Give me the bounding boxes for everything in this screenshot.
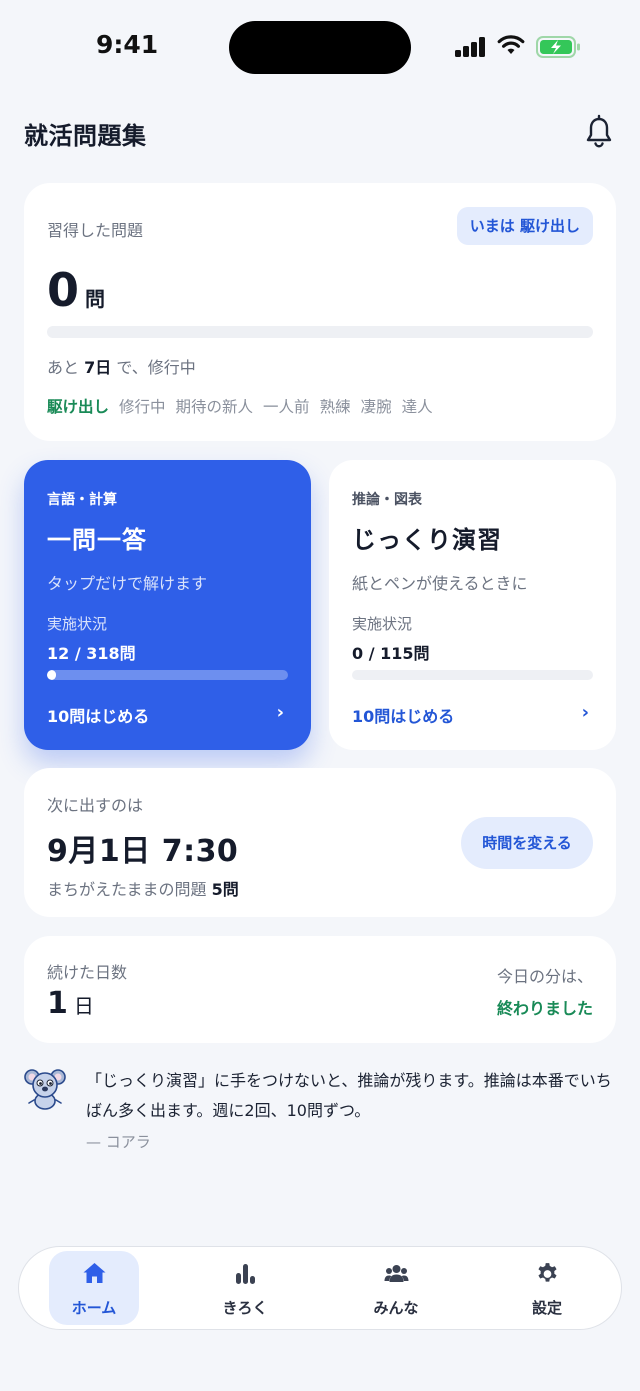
wrong-count: 5問 (211, 880, 239, 899)
nav-item-settings[interactable]: 設定 (502, 1251, 592, 1325)
start-10-button[interactable]: 10問はじめる (352, 703, 454, 727)
mode-status-value: 0 / 115問 (352, 644, 430, 663)
learned-count: 0問 (47, 263, 105, 317)
home-icon (83, 1263, 106, 1283)
next-datetime: 9月1日 7:30 (47, 834, 239, 869)
mode-category: 言語・計算 (47, 492, 117, 508)
learned-count-unit: 問 (85, 287, 106, 311)
nav-label-settings: 設定 (531, 1299, 562, 1317)
mode-description: タップだけで解けます (47, 574, 208, 593)
nav-item-everyone[interactable]: みんな (351, 1251, 441, 1325)
nav-label-home: ホーム (71, 1299, 117, 1317)
stage-item: 一人前 (263, 398, 310, 416)
current-stage-badge: いまは 駆け出し (456, 207, 593, 245)
chevron-right-icon: › (581, 702, 589, 723)
battery-charging-icon (536, 36, 580, 58)
stage-item: 駆け出し (47, 398, 110, 416)
mode-status-label: 実施状況 (352, 615, 413, 633)
koala-tip-author: — コアラ (86, 1133, 151, 1151)
wrong-prefix: まちがえたままの問題 (47, 880, 207, 899)
stage-item: 修行中 (119, 398, 166, 416)
stage-item: 達人 (401, 398, 433, 416)
gear-icon (538, 1263, 557, 1282)
nav-label-record: きろく (222, 1299, 268, 1317)
streak-card: 続けた日数 1日 今日の分は、 終わりました (24, 936, 616, 1043)
mode-category: 推論・図表 (352, 492, 422, 508)
learned-card: 習得した問題 いまは 駆け出し 0問 あと 7日 で、修行中 駆け出し 修行中 期待… (24, 183, 616, 441)
notification-bell-icon[interactable] (584, 114, 614, 150)
stage-item: 期待の新人 (175, 398, 254, 416)
people-icon (384, 1265, 409, 1282)
mode-card-quick-quiz[interactable]: 言語・計算 一問一答 タップだけで解けます 実施状況 12 / 318問 10問… (24, 460, 311, 750)
mode-card-deep-practice[interactable]: 推論・図表 じっくり演習 紙とペンが使えるときに 実施状況 0 / 115問 1… (329, 460, 616, 750)
remain-days: 7日 (84, 358, 112, 377)
status-time: 9:41 (96, 30, 159, 59)
chevron-right-icon: › (276, 702, 284, 723)
learned-count-value: 0 (47, 263, 80, 317)
status-bar: 9:41 (0, 0, 640, 96)
wrong-questions-text: まちがえたままの問題 5問 (47, 876, 239, 900)
bottom-nav: ホーム きろく みんな 設定 (18, 1246, 622, 1330)
change-time-button[interactable]: 時間を変える (461, 817, 593, 869)
start-10-button[interactable]: 10問はじめる (47, 703, 149, 727)
nav-item-home[interactable]: ホーム (49, 1251, 139, 1325)
koala-tip-text: 「じっくり演習」に手をつけないと、推論が残ります。推論は本番でいちばん多く出ます… (86, 1071, 612, 1120)
wifi-icon (497, 35, 525, 54)
stage-item: 凄腕 (360, 398, 392, 416)
today-label: 今日の分は、 (496, 967, 593, 986)
bar-chart-icon (236, 1264, 255, 1284)
next-label: 次に出すのは (47, 796, 144, 815)
today-status: 終わりました (496, 999, 593, 1018)
koala-mascot-icon (24, 1069, 66, 1110)
mode-title: 一問一答 (47, 526, 147, 554)
remain-prefix: あと (47, 358, 80, 377)
dynamic-island (229, 21, 411, 74)
learned-progress-bar (47, 326, 593, 338)
app-title: 就活問題集 (24, 122, 147, 150)
nav-label-everyone: みんな (373, 1299, 419, 1317)
mode-progress-bar (352, 670, 593, 680)
nav-item-record[interactable]: きろく (200, 1251, 290, 1325)
streak-count-value: 1 (47, 986, 68, 1021)
stage-list: 駆け出し 修行中 期待の新人 一人前 熟練 凄腕 達人 (47, 395, 443, 417)
remain-text: あと 7日 で、修行中 (47, 354, 196, 378)
cellular-signal-icon (455, 37, 487, 57)
remain-suffix: で、修行中 (116, 358, 196, 377)
mode-status-label: 実施状況 (47, 615, 108, 633)
next-schedule-card: 次に出すのは 9月1日 7:30 まちがえたままの問題 5問 時間を変える (24, 768, 616, 917)
streak-count: 1日 (47, 986, 94, 1021)
mode-description: 紙とペンが使えるときに (352, 574, 528, 593)
mode-status-value: 12 / 318問 (47, 644, 136, 663)
streak-count-unit: 日 (73, 994, 94, 1018)
learned-label: 習得した問題 (47, 221, 144, 240)
mode-progress-bar (47, 670, 288, 680)
stage-item: 熟練 (319, 398, 351, 416)
streak-label: 続けた日数 (47, 963, 128, 982)
mode-progress-fill (47, 670, 57, 680)
mode-title: じっくり演習 (352, 526, 502, 554)
